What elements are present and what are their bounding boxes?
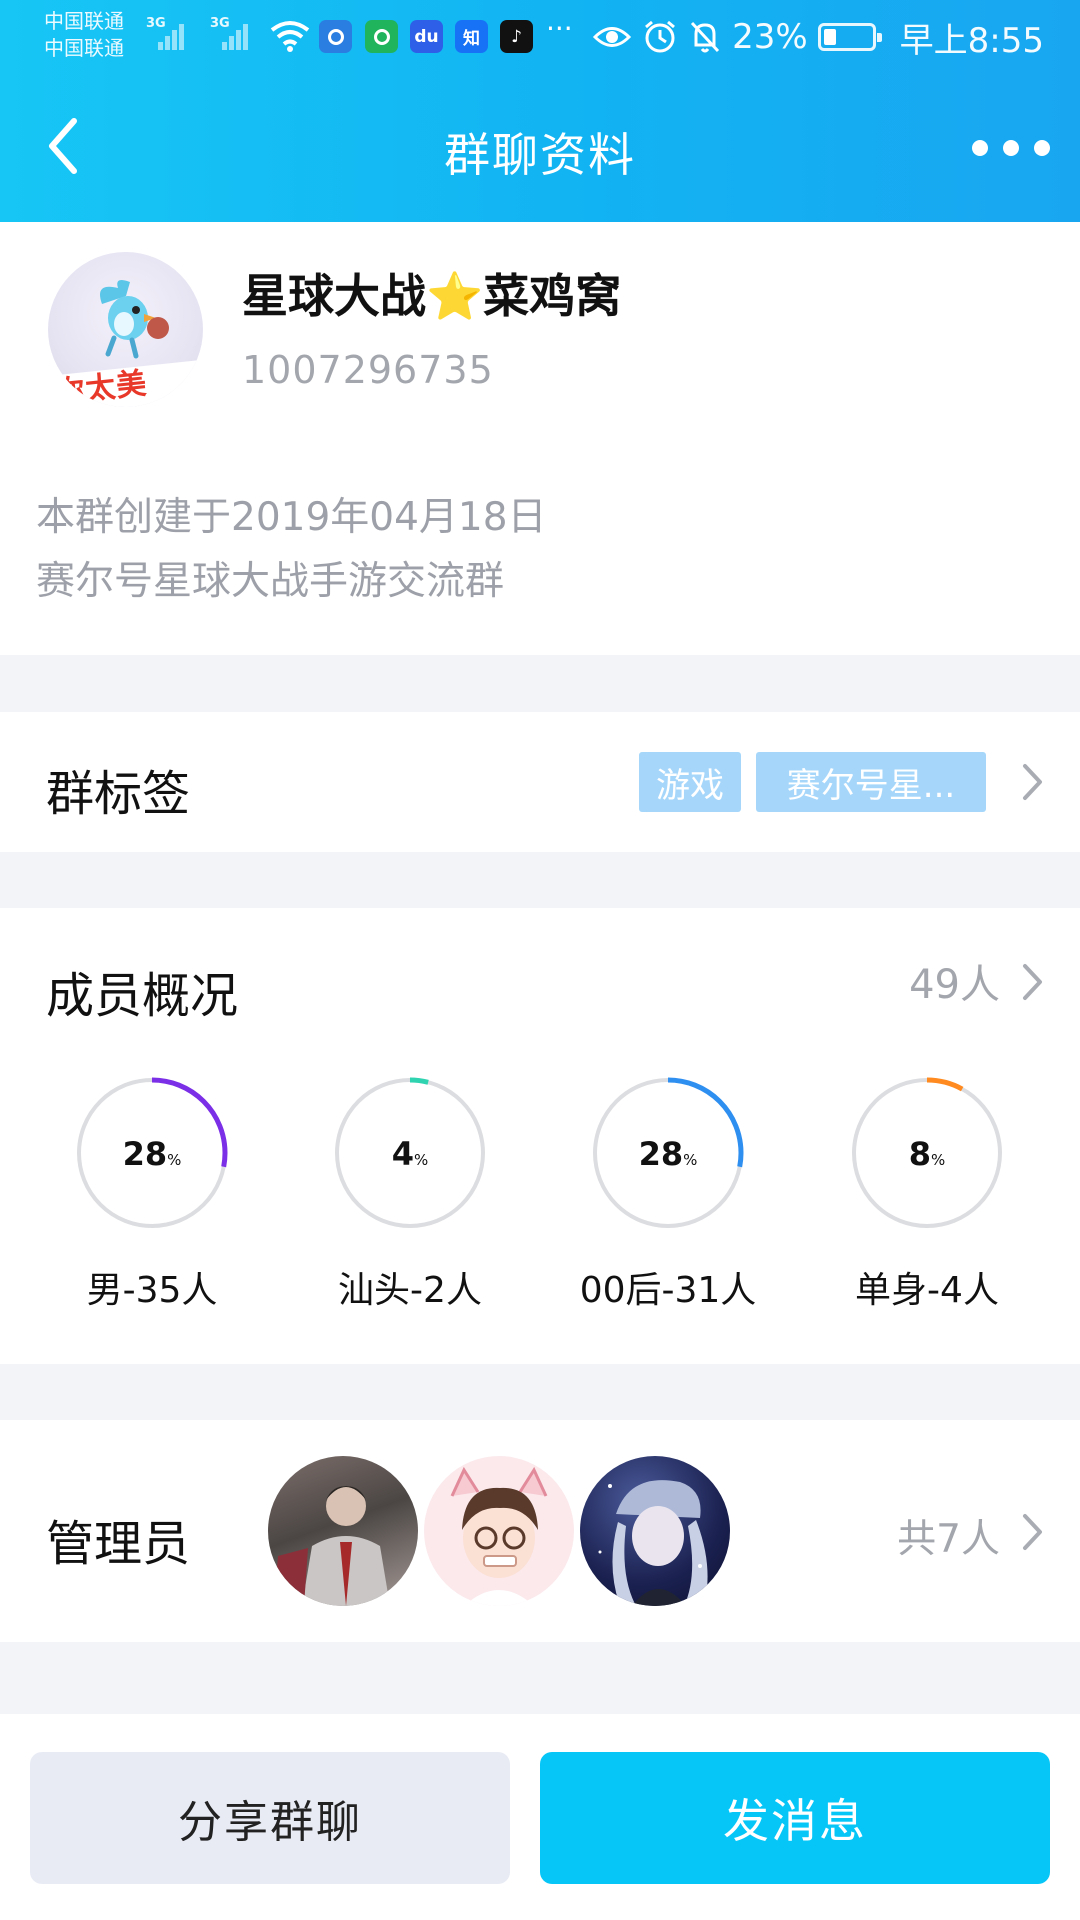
alarm-icon — [645, 20, 676, 53]
stat-value: 28 — [638, 1135, 684, 1173]
chevron-right-icon[interactable] — [1020, 960, 1046, 1004]
group-tags-title: 群标签 — [46, 766, 191, 822]
group-intro: 赛尔号星球大战手游交流群 — [36, 559, 505, 604]
carrier-1: 中国联通 — [44, 9, 124, 33]
stat-percentage: 4% — [281, 1135, 539, 1173]
stat-unit: % — [931, 1151, 946, 1169]
clock: 早上8:55 — [899, 20, 1044, 61]
stat-value: 4 — [391, 1135, 414, 1173]
member-stat[interactable]: 4% 汕头-2人 — [281, 1077, 539, 1317]
member-stat[interactable]: 28% 男-35人 — [23, 1077, 281, 1317]
stat-percentage: 28% — [539, 1135, 797, 1173]
member-count[interactable]: 49人 — [909, 952, 1000, 1010]
stat-label: 单身-4人 — [855, 1270, 999, 1311]
avatar-caption: 你太美 — [52, 366, 149, 407]
more-options-icon[interactable] — [972, 123, 1050, 173]
douyin-icon: ♪ — [500, 20, 533, 53]
stat-value: 8 — [908, 1135, 931, 1173]
group-tags-row[interactable]: 群标签 游戏 赛尔号星... — [0, 712, 1080, 852]
qq-browser-icon — [319, 20, 352, 53]
admin-avatar[interactable] — [268, 1456, 418, 1606]
nav-bar: 群聊资料 — [0, 75, 1080, 222]
tag-chip[interactable]: 赛尔号星... — [756, 752, 986, 812]
signal-icon: 3G — [210, 16, 250, 50]
header: 中国联通 中国联通 3G 3G du 知 ♪ ··· 23% 早上8:55 群聊… — [0, 0, 1080, 222]
group-created-date: 本群创建于2019年04月18日 — [36, 495, 547, 540]
admin-avatar[interactable] — [580, 1456, 730, 1606]
zhihu-icon: 知 — [455, 20, 488, 53]
baidu-icon: du — [410, 20, 443, 53]
tencent-video-icon — [365, 20, 398, 53]
stat-label: 汕头-2人 — [338, 1270, 482, 1311]
bottom-action-bar: 分享群聊 发消息 — [0, 1714, 1080, 1920]
admins-title: 管理员 — [46, 1516, 191, 1572]
member-stat[interactable]: 28% 00后-31人 — [539, 1077, 797, 1317]
group-name: 星球大战⭐菜鸡窝 — [242, 269, 622, 323]
member-overview-title: 成员概况 — [46, 968, 239, 1024]
stat-value: 28 — [122, 1135, 168, 1173]
stat-percentage: 28% — [23, 1135, 281, 1173]
group-id: 1007296735 — [242, 348, 494, 392]
stat-label: 男-35人 — [86, 1270, 218, 1311]
stat-unit: % — [414, 1151, 429, 1169]
share-group-button[interactable]: 分享群聊 — [30, 1752, 510, 1884]
stat-unit: % — [683, 1151, 698, 1169]
bird-mascot-icon — [100, 280, 169, 359]
chevron-right-icon — [1023, 764, 1042, 800]
stat-unit: % — [167, 1151, 182, 1169]
member-stat[interactable]: 8% 单身-4人 — [798, 1077, 1056, 1317]
wifi-icon — [270, 21, 310, 52]
eye-comfort-icon — [592, 27, 632, 47]
status-bar: 中国联通 中国联通 3G 3G du 知 ♪ ··· 23% 早上8:55 — [0, 0, 1080, 75]
mute-bell-icon — [690, 21, 720, 53]
status-right: 23% 早上8:55 — [592, 14, 1044, 61]
signal-type-label: 3G — [146, 16, 166, 31]
member-overview-card: 成员概况 49人 28% 男-35人 4% 汕头-2人 28% 00后-31人 8% 单身-4… — [0, 908, 1080, 1364]
group-avatar[interactable]: 你太美 — [48, 252, 203, 407]
admins-row[interactable]: 管理员 共7人 — [0, 1420, 1080, 1642]
signal-type-label: 3G — [210, 16, 230, 31]
tag-chip[interactable]: 游戏 — [639, 752, 741, 812]
chevron-right-icon — [1023, 1514, 1042, 1550]
carrier-2: 中国联通 — [44, 36, 124, 60]
stat-label: 00后-31人 — [579, 1270, 757, 1311]
signal-icon: 3G — [146, 16, 186, 50]
more-notifications-icon: ··· — [546, 12, 573, 45]
admin-avatar[interactable] — [424, 1456, 574, 1606]
send-message-button[interactable]: 发消息 — [540, 1752, 1050, 1884]
group-description: 本群创建于2019年04月18日 赛尔号星球大战手游交流群 — [36, 486, 547, 614]
group-info-card: 你太美 星球大战⭐菜鸡窝 1007296735 本群创建于2019年04月18日… — [0, 222, 1080, 655]
carrier-names: 中国联通 中国联通 — [44, 8, 124, 62]
battery-icon — [817, 23, 882, 51]
stat-percentage: 8% — [798, 1135, 1056, 1173]
page-title: 群聊资料 — [444, 128, 636, 182]
battery-percent: 23% — [732, 17, 808, 57]
admin-total: 共7人 — [897, 1517, 1000, 1562]
